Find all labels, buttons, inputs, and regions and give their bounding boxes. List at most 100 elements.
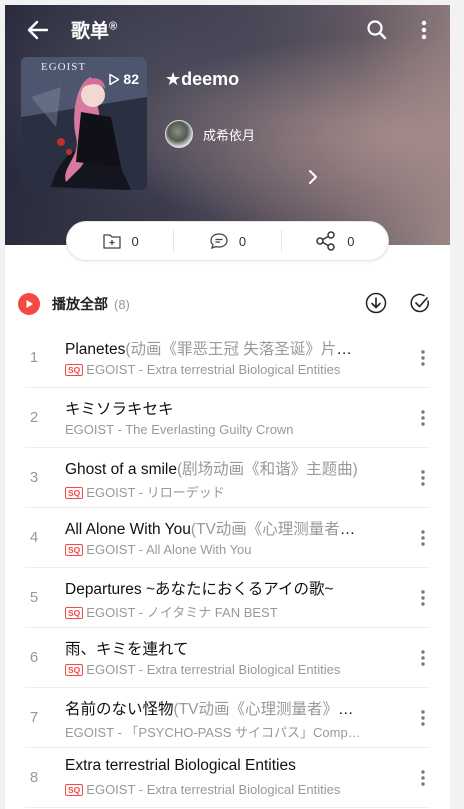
song-subtitle: (TV动画《心理测量者》片尾曲) [173,701,361,718]
song-artist-album: EGOIST - ノイタミナ FAN BEST [86,605,278,620]
song-artist-album: EGOIST - The Everlasting Guilty Crown [65,422,294,437]
more-vertical-icon[interactable] [414,18,434,42]
sq-badge: SQ [65,487,84,499]
song-index: 3 [29,469,39,486]
song-title: Planetes(动画《罪恶王冠 失落圣诞》片尾曲) [65,337,361,359]
song-title-text: Ghost of a smile [65,461,177,478]
song-title-text: Extra terrestrial Biological Entities [65,757,296,774]
song-row[interactable]: 3 Ghost of a smile(剧场动画《和谐》主题曲) SQ EGOIST… [5,448,450,508]
comment-button[interactable]: 0 [173,230,280,252]
more-vertical-icon[interactable] [415,348,431,368]
avatar[interactable] [165,120,193,148]
more-vertical-icon[interactable] [415,588,431,608]
collect-count: 0 [131,233,139,249]
song-artist-album: EGOIST - リローデッド [86,485,225,500]
song-meta: EGOIST - 「PSYCHO-PASS サイコパス」Complete Ori… [65,722,361,741]
song-row[interactable]: 4 All Alone With You(TV动画《心理测量者》片尾曲) SQE… [5,508,450,568]
back-arrow-icon[interactable] [25,17,51,43]
page-title-mark: ® [109,20,118,33]
song-artist-album: EGOIST - Extra terrestrial Biological En… [86,662,341,677]
song-title-text: 雨、キミを連れて [65,641,189,658]
comment-icon [210,233,228,250]
song-row[interactable]: 7 名前のない怪物(TV动画《心理测量者》片尾曲) EGOIST - 「PSYC… [5,688,450,748]
song-index: 8 [29,769,39,786]
song-title-text: 名前のない怪物 [65,701,174,718]
chevron-right-icon[interactable] [305,167,321,187]
song-meta: SQ EGOIST - リローデッド [65,482,361,501]
song-list: 1 Planetes(动画《罪恶王冠 失落圣诞》片尾曲) SQ EGOIST - … [5,328,450,808]
more-vertical-icon[interactable] [415,708,431,728]
play-all-count: (8) [114,296,130,312]
song-title: Departures ~あなたにおくるアイの歌~ [65,577,361,599]
top-bar: 歌单® [5,5,450,53]
share-count: 0 [347,233,355,249]
page-title: 歌单® [71,16,117,43]
more-vertical-icon[interactable] [415,528,431,548]
play-all-row: 播放全部 (8) [5,283,450,327]
song-title: 雨、キミを連れて [65,637,361,659]
share-button[interactable]: 0 [280,230,388,252]
share-icon [316,231,335,251]
song-title-text: キミソラキセキ [65,401,174,418]
more-vertical-icon[interactable] [415,768,431,788]
play-circle-icon [18,293,40,315]
song-title: All Alone With You(TV动画《心理测量者》片尾曲) [65,517,361,539]
song-title-text: Departures ~あなたにおくるアイの歌~ [65,581,334,598]
song-row[interactable]: 6 雨、キミを連れて SQ EGOIST - Extra terrestrial … [5,628,450,688]
creator-name[interactable]: 成希依月 [203,125,255,144]
play-all-button[interactable]: 播放全部 (8) [18,293,130,315]
song-index: 1 [29,349,39,366]
play-count-icon [109,73,120,85]
song-subtitle: (动画《罪恶王冠 失落圣诞》片尾曲) [125,341,361,358]
more-vertical-icon[interactable] [415,468,431,488]
search-icon[interactable] [365,18,389,42]
playlist-cover[interactable]: EGOIST 82 [21,57,147,190]
song-subtitle: (剧场动画《和谐》主题曲) [177,461,358,478]
play-count: 82 [108,71,139,87]
creator-row[interactable]: 成希依月 [165,120,255,148]
song-index: 6 [29,649,39,666]
sq-badge: SQ [65,544,84,556]
download-icon[interactable] [365,292,387,314]
phone-screen: 歌单® EGOIST 82 ★deemo 成希依月 0 0 0 播放全部 (8)… [5,5,450,809]
song-index: 2 [29,409,39,426]
playlist-name: ★deemo [165,69,240,89]
more-vertical-icon[interactable] [415,648,431,668]
sq-badge: SQ [65,784,84,796]
song-row[interactable]: 8 Extra terrestrial Biological Entities … [5,748,450,808]
song-meta: EGOIST - The Everlasting Guilty Crown [65,422,361,437]
song-title-text: Planetes [65,341,126,358]
playlist-header: 歌单® EGOIST 82 ★deemo 成希依月 [5,5,450,245]
song-index: 5 [29,589,39,606]
song-title-text: All Alone With You [65,521,191,538]
play-all-label: 播放全部 [52,296,108,312]
song-title: キミソラキセキ [65,397,361,419]
multi-select-icon[interactable] [409,292,431,314]
more-vertical-icon[interactable] [415,408,431,428]
song-meta: SQ EGOIST - Extra terrestrial Biological … [65,782,361,797]
song-index: 7 [29,709,39,726]
sq-badge: SQ [65,364,84,376]
song-meta: SQ EGOIST - Extra terrestrial Biological … [65,362,361,377]
song-meta: SQ EGOIST - Extra terrestrial Biological … [65,662,361,677]
song-row[interactable]: 1 Planetes(动画《罪恶王冠 失落圣诞》片尾曲) SQ EGOIST - … [5,328,450,388]
song-meta: SQ EGOIST - ノイタミナ FAN BEST [65,602,361,621]
song-title: 名前のない怪物(TV动画《心理测量者》片尾曲) [65,697,361,719]
song-artist-album: EGOIST - Extra terrestrial Biological En… [86,782,341,797]
song-artist-album: EGOIST - Extra terrestrial Biological En… [86,362,341,377]
sq-badge: SQ [65,664,84,676]
song-title: Extra terrestrial Biological Entities [65,757,361,775]
song-title: Ghost of a smile(剧场动画《和谐》主题曲) [65,457,361,479]
song-subtitle: (TV动画《心理测量者》片尾曲) [190,521,361,538]
page-title-text: 歌单 [71,21,110,42]
song-artist-album: EGOIST - 「PSYCHO-PASS サイコパス」Complete Ori… [65,725,361,740]
sq-badge: SQ [65,607,84,619]
folder-add-icon [102,234,121,249]
song-row[interactable]: 5 Departures ~あなたにおくるアイの歌~ SQ EGOIST - ノイ… [5,568,450,628]
action-bar: 0 0 0 [66,221,389,261]
song-artist-album: EGOIST - All Alone With You [86,542,252,557]
comment-count: 0 [238,233,247,249]
play-count-value: 82 [123,71,139,87]
collect-button[interactable]: 0 [67,222,173,260]
song-row[interactable]: 2 キミソラキセキ EGOIST - The Everlasting Guilt… [5,388,450,448]
